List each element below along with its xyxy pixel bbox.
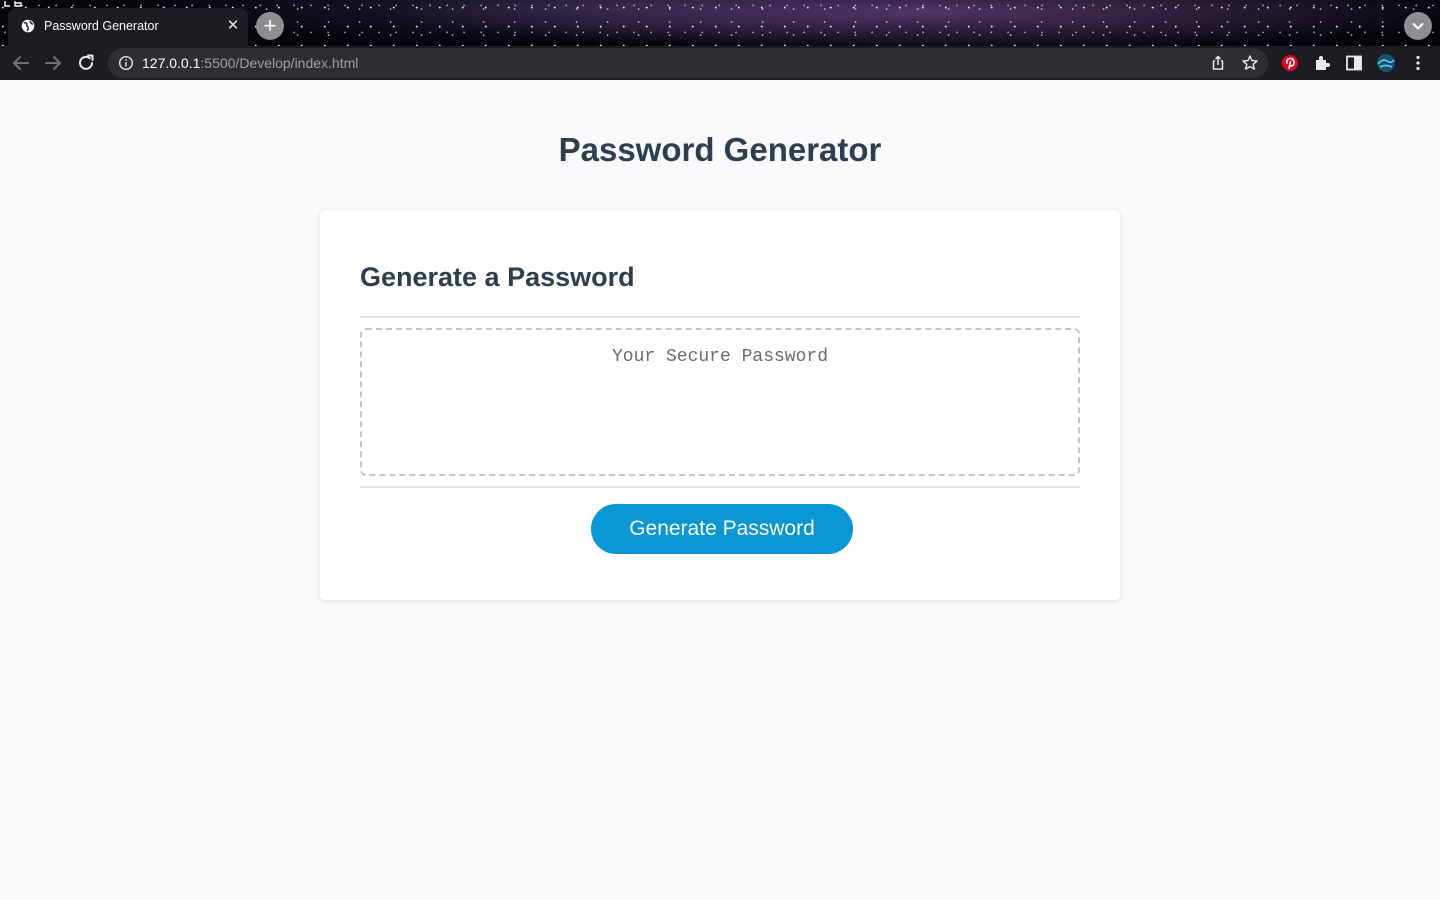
- password-card: Generate a Password Generate Password: [320, 210, 1120, 600]
- sidepanel-icon[interactable]: [1343, 52, 1365, 74]
- star-icon[interactable]: [1241, 54, 1259, 72]
- browser-tab[interactable]: Password Generator ✕: [8, 8, 248, 46]
- tab-title: Password Generator: [44, 19, 159, 33]
- address-bar[interactable]: 127.0.0.1:5500/Develop/index.html: [108, 48, 1268, 78]
- header-divider: [360, 316, 1080, 318]
- info-icon[interactable]: [118, 55, 134, 71]
- url-text: 127.0.0.1:5500/Develop/index.html: [142, 55, 358, 71]
- back-icon[interactable]: [10, 52, 32, 74]
- new-tab-button[interactable]: +: [256, 12, 284, 40]
- chevron-down-icon: [1412, 23, 1424, 30]
- globe-icon: [21, 19, 35, 33]
- extensions-icon[interactable]: [1311, 52, 1333, 74]
- generate-password-button[interactable]: Generate Password: [591, 504, 853, 554]
- tab-search-button[interactable]: [1404, 12, 1432, 40]
- profile-icon[interactable]: [1375, 52, 1397, 74]
- url-path: :5500/Develop/index.html: [200, 55, 359, 71]
- pinterest-icon[interactable]: [1279, 52, 1301, 74]
- corner-logo-icon: [4, 1, 22, 7]
- page-title: Password Generator: [558, 131, 882, 168]
- forward-icon[interactable]: [42, 52, 64, 74]
- tab-close-button[interactable]: ✕: [224, 17, 242, 35]
- browser-chrome: Password Generator ✕ + 127.0.0.1:5500/De…: [0, 0, 1440, 80]
- card-header: Generate a Password: [360, 262, 635, 292]
- reload-icon[interactable]: [75, 52, 97, 74]
- password-output[interactable]: [360, 328, 1080, 476]
- footer-divider: [360, 486, 1080, 488]
- share-icon[interactable]: [1209, 54, 1227, 72]
- menu-icon[interactable]: [1407, 52, 1429, 74]
- browser-toolbar: 127.0.0.1:5500/Develop/index.html: [0, 46, 1440, 80]
- url-host: 127.0.0.1: [142, 55, 201, 71]
